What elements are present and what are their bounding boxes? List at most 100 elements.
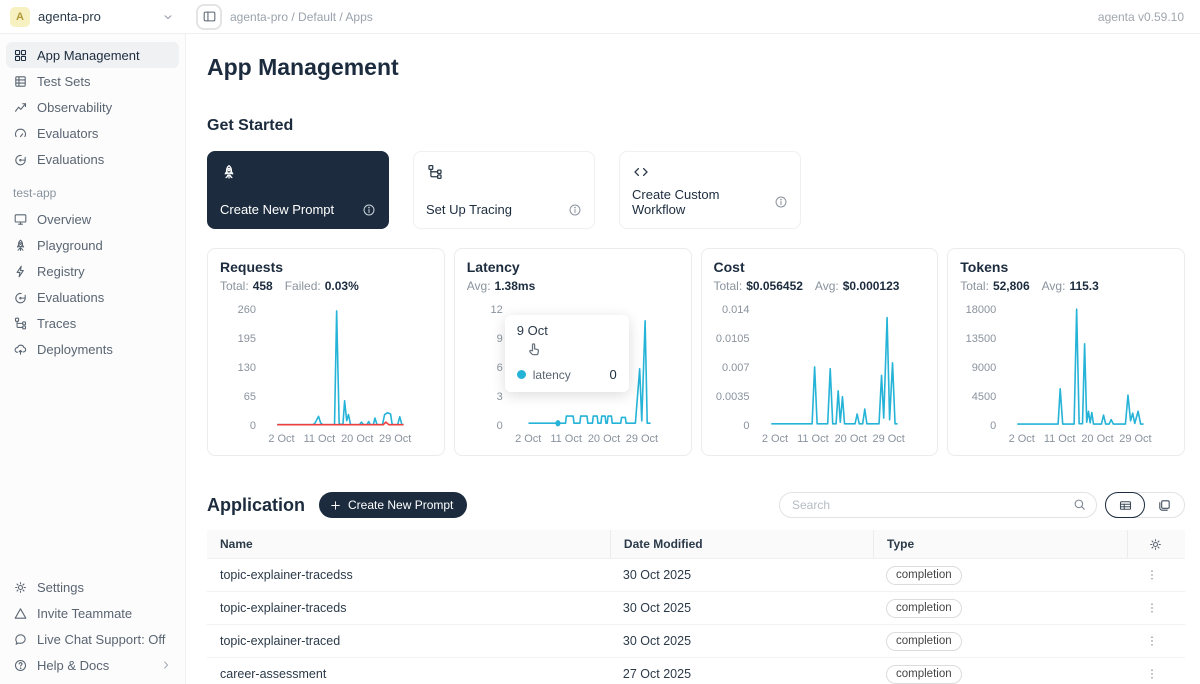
type-badge: completion [886, 632, 962, 651]
sidebar-item-label: Observability [37, 100, 112, 115]
y-tick-label: 3 [497, 392, 503, 402]
sidebar-item[interactable]: Invite Teammate [6, 600, 179, 626]
cost-chart[interactable]: 0.0140.01050.0070.00350 2 Oct11 Oct20 Oc… [714, 305, 926, 447]
y-tick-label: 4500 [972, 392, 996, 402]
type-badge: completion [886, 566, 962, 585]
sidebar-item[interactable]: Observability [6, 94, 179, 120]
date-modified: 30 Oct 2025 [610, 601, 873, 615]
sidebar-item[interactable]: Evaluations [6, 146, 179, 172]
sidebar-item-label: Evaluators [37, 126, 98, 141]
y-tick-label: 195 [238, 334, 256, 344]
cost-card: Cost Total:$0.056452Avg:$0.000123 0.0140… [701, 248, 939, 456]
create-new-prompt-button[interactable]: Create New Prompt [319, 492, 467, 518]
requests-chart[interactable]: 260195130650 2 Oct11 Oct20 Oct29 Oct [220, 305, 432, 447]
sidebar-item[interactable]: Evaluations [6, 284, 179, 310]
main-content: App Management Get Started Create New Pr… [187, 34, 1200, 684]
sidebar-item[interactable]: Settings [6, 574, 179, 600]
panel-left-icon [202, 9, 217, 24]
app-name: topic-explainer-tracedss [207, 568, 610, 582]
sidebar-collapse-button[interactable] [196, 4, 222, 30]
sidebar: App Management Test Sets Observability E… [0, 34, 186, 684]
get-started-card[interactable]: Create New Prompt [207, 151, 389, 229]
table-row[interactable]: topic-explainer-tracedss 30 Oct 2025 com… [207, 559, 1185, 592]
sidebar-item[interactable]: App Management [6, 42, 179, 68]
table-view-icon [1118, 498, 1133, 513]
sidebar-bottom-group: Settings Invite Teammate Live Chat Suppo… [6, 574, 179, 678]
sidebar-app-group: Overview Playground Registry Evaluations [6, 206, 179, 362]
sidebar-item[interactable]: Evaluators [6, 120, 179, 146]
x-tick-label: 11 Oct [550, 433, 582, 445]
sidebar-item-label: Evaluations [37, 152, 104, 167]
more-actions-icon[interactable] [1145, 667, 1159, 681]
app-name: topic-explainer-traced [207, 634, 610, 648]
plus-icon [329, 499, 342, 512]
tooltip-series-label: latency [533, 368, 571, 382]
table-view-button[interactable] [1105, 492, 1145, 518]
info-icon[interactable] [568, 203, 582, 217]
type-badge: completion [886, 599, 962, 618]
sidebar-item[interactable]: Test Sets [6, 68, 179, 94]
more-actions-icon[interactable] [1145, 634, 1159, 648]
rocket-icon [220, 163, 238, 181]
metric: Total:52,806 [960, 279, 1029, 293]
get-started-card[interactable]: Set Up Tracing [413, 151, 595, 229]
sidebar-item-label: Playground [37, 238, 103, 253]
y-tick-label: 0 [743, 421, 749, 431]
metric: Avg:1.38ms [467, 279, 536, 293]
x-tick-label: 20 Oct [1081, 433, 1113, 445]
test-sets-icon [13, 74, 28, 89]
y-tick-label: 6 [497, 363, 503, 373]
more-actions-icon[interactable] [1145, 568, 1159, 582]
sidebar-item[interactable]: Playground [6, 232, 179, 258]
requests-card: Requests Total:458Failed:0.03% 260195130… [207, 248, 445, 456]
sidebar-item[interactable]: Overview [6, 206, 179, 232]
table-row[interactable]: topic-explainer-traced 30 Oct 2025 compl… [207, 625, 1185, 658]
sidebar-item[interactable]: Live Chat Support: Off [6, 626, 179, 652]
get-started-card[interactable]: Create Custom Workflow [619, 151, 801, 229]
sidebar-main-group: App Management Test Sets Observability E… [6, 42, 179, 172]
column-header-date[interactable]: Date Modified [610, 530, 873, 558]
y-tick-label: 12 [491, 305, 503, 315]
table-row[interactable]: career-assessment 27 Oct 2025 completion [207, 658, 1185, 684]
x-tick-label: 2 Oct [515, 433, 541, 445]
y-tick-label: 0 [250, 421, 256, 431]
sidebar-item[interactable]: Registry [6, 258, 179, 284]
search-input[interactable] [779, 492, 1097, 518]
tokens-chart[interactable]: 1800013500900045000 2 Oct11 Oct20 Oct29 … [960, 305, 1172, 447]
get-started-card-label: Create Custom Workflow [632, 187, 774, 217]
info-icon[interactable] [362, 203, 376, 217]
info-icon[interactable] [774, 195, 788, 209]
metric: Avg:$0.000123 [815, 279, 900, 293]
chevron-right-icon [160, 659, 172, 671]
search-icon[interactable] [1072, 497, 1087, 512]
y-tick-label: 18000 [966, 305, 997, 315]
x-tick-label: 2 Oct [1009, 433, 1035, 445]
x-tick-label: 2 Oct [762, 433, 788, 445]
get-started-title: Get Started [207, 117, 1185, 135]
app-name: career-assessment [207, 667, 610, 681]
view-toggle [1105, 492, 1185, 518]
column-header-name[interactable]: Name [207, 530, 610, 558]
card-view-button[interactable] [1144, 493, 1184, 517]
sidebar-item-label: Evaluations [37, 290, 104, 305]
x-tick-label: 29 Oct [626, 433, 658, 445]
sidebar-item-label: Traces [37, 316, 76, 331]
card-title: Tokens [960, 259, 1172, 275]
sidebar-item[interactable]: Deployments [6, 336, 179, 362]
table-body: topic-explainer-tracedss 30 Oct 2025 com… [207, 559, 1185, 684]
y-tick-label: 0.014 [722, 305, 750, 315]
card-title: Requests [220, 259, 432, 275]
registry-icon [13, 264, 28, 279]
sidebar-item[interactable]: Help & Docs [6, 652, 179, 678]
workspace-switcher[interactable]: A agenta-pro [0, 7, 186, 27]
more-actions-icon[interactable] [1145, 601, 1159, 615]
get-started-card-label: Create New Prompt [220, 202, 334, 217]
sidebar-item[interactable]: Traces [6, 310, 179, 336]
breadcrumb[interactable]: agenta-pro / Default / Apps [230, 10, 373, 24]
table-row[interactable]: topic-explainer-traceds 30 Oct 2025 comp… [207, 592, 1185, 625]
x-tick-label: 11 Oct [304, 433, 336, 445]
column-settings-icon[interactable] [1148, 537, 1163, 552]
app-management-icon [13, 48, 28, 63]
tokens-card: Tokens Total:52,806Avg:115.3 18000135009… [947, 248, 1185, 456]
column-header-type[interactable]: Type [873, 530, 1127, 558]
